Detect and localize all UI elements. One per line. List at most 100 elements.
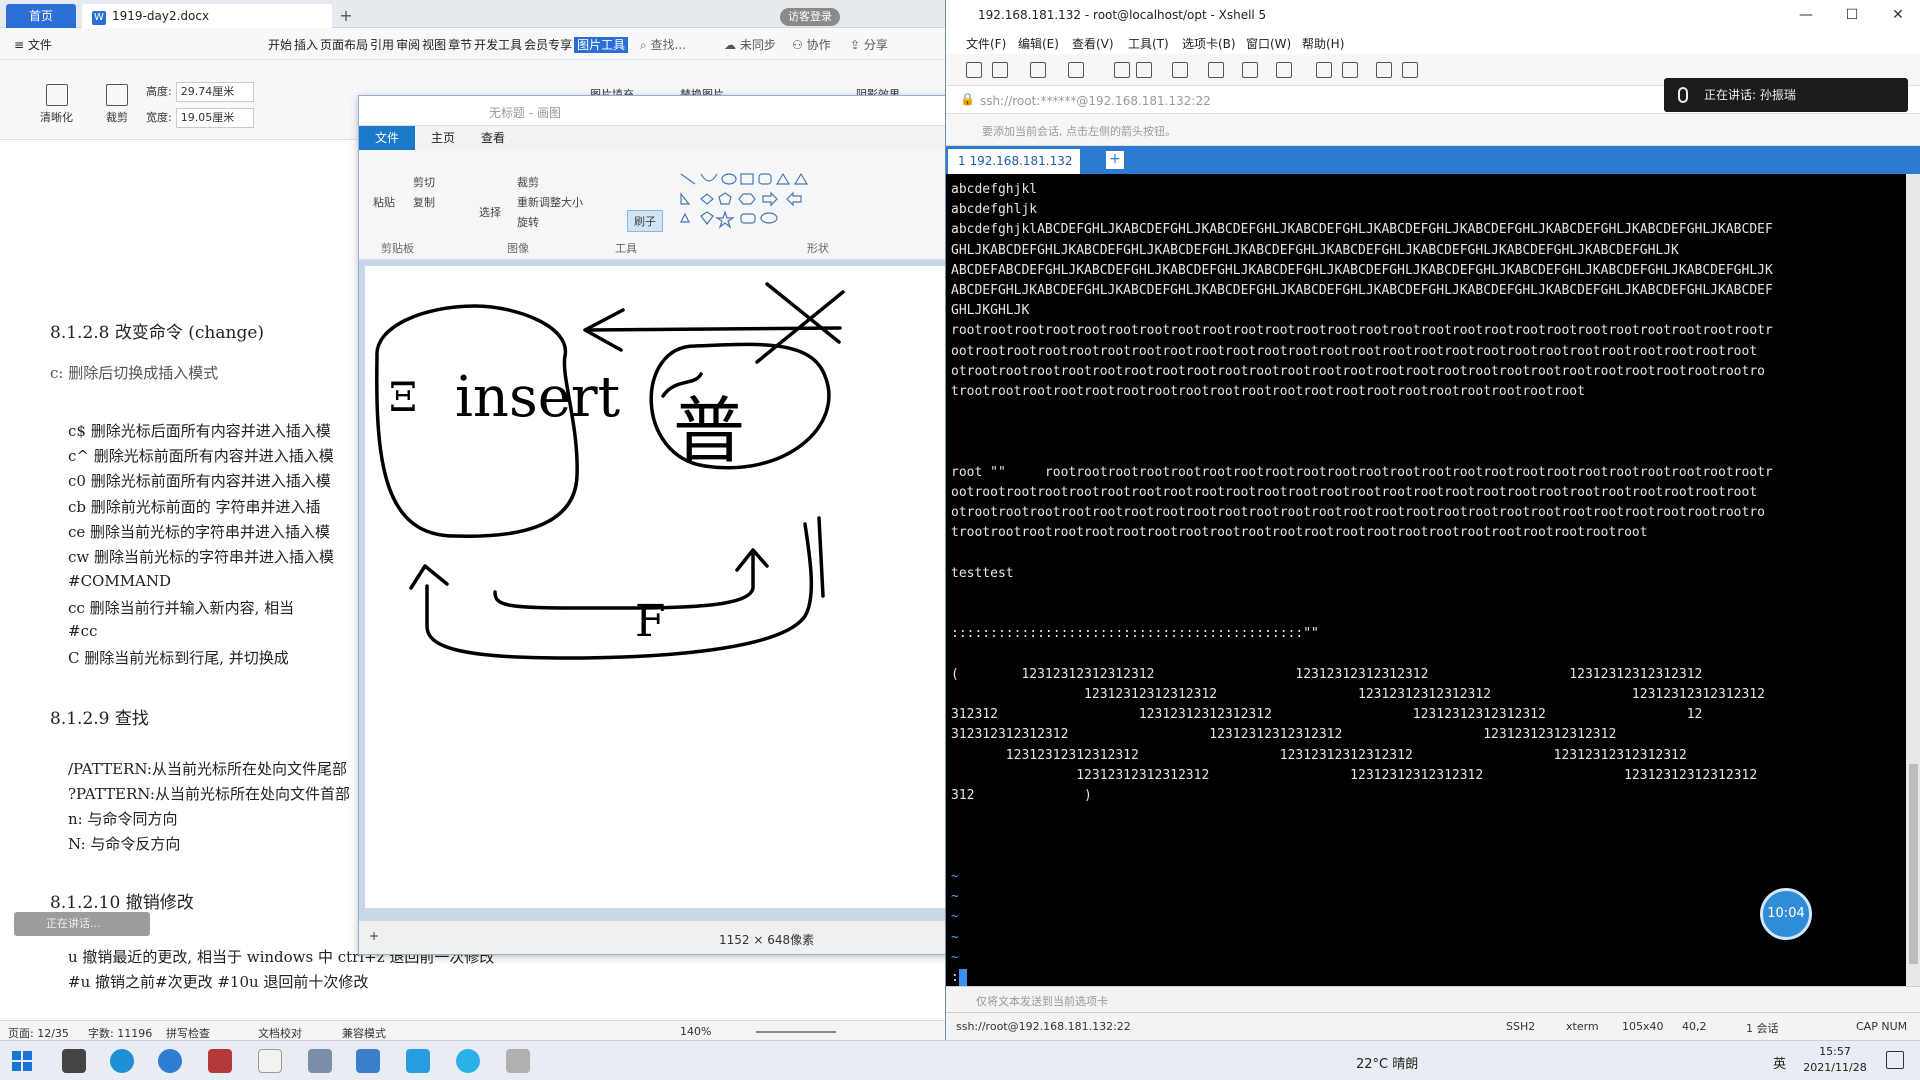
ribbon-tab[interactable]: 引用 [370,38,394,52]
wps-home-tab[interactable]: 首页 [6,4,76,28]
photos-icon[interactable] [406,1049,430,1073]
ribbon-tab-picture-tools[interactable]: 图片工具 [574,37,629,53]
new-session-icon[interactable] [966,62,982,78]
width-input[interactable]: 19.05厘米 [175,108,254,128]
sync-button[interactable]: ☁ 未同步 [724,36,776,53]
timer-badge[interactable]: 10:04 [1760,888,1812,940]
width-field[interactable]: 宽度: 19.05厘米 [146,108,254,128]
paint-tab-view[interactable]: 查看 [469,126,517,150]
disconnect-icon[interactable] [1030,62,1046,78]
ribbon-tab[interactable]: 章节 [448,38,472,52]
copy-icon[interactable] [1114,62,1130,78]
properties-icon[interactable] [1068,62,1084,78]
paint-tab-home[interactable]: 主页 [419,126,467,150]
height-field[interactable]: 高度: 29.74厘米 [146,82,254,102]
paint-icon[interactable] [308,1049,332,1073]
typora-icon[interactable] [258,1049,282,1073]
print-icon[interactable] [1172,62,1188,78]
wps-menu-file[interactable]: ≡ 文件 [14,36,52,53]
xs-menu-window[interactable]: 窗口(W) [1246,35,1291,52]
input-method-indicator[interactable]: 英 [1773,1053,1786,1072]
lock-small-icon: 🔒 [960,92,975,106]
add-tab-button[interactable]: + [1106,151,1124,169]
new-tab-button[interactable]: + [336,6,356,26]
rotate-button[interactable]: 旋转 [517,214,539,230]
select-button[interactable]: 选择 [479,204,501,220]
wps-document-tab[interactable]: W 1919-day2.docx [82,4,332,28]
scrollbar-thumb[interactable] [1909,764,1918,964]
doc-line: C 删除当前光标到行尾, 并切换成 [68,649,289,667]
wps-search[interactable]: ⌕ 查找... [640,36,686,53]
paint-canvas[interactable]: insert Ξ 普 F [365,266,959,908]
xs-menu-tab[interactable]: 选项卡(B) [1182,35,1236,52]
terminal-scrollbar[interactable] [1906,174,1920,986]
minimize-button[interactable]: — [1783,0,1829,32]
xs-menu-edit[interactable]: 编辑(E) [1018,35,1059,52]
crop-tool-button[interactable]: 裁剪 [517,174,539,190]
paint-tab-file[interactable]: 文件 [359,126,415,150]
edge-icon[interactable] [110,1049,134,1073]
weather-widget[interactable]: 22°C 晴朗 [1356,1053,1418,1072]
document-tab-label: 1919-day2.docx [112,9,210,23]
terminal-screen[interactable]: abcdefghjkl abcdefghljk abcdefghjklABCDEFG… [946,174,1906,986]
arrow-bottom-left-head [409,564,449,590]
cut-button[interactable]: 剪切 [413,174,435,190]
word-count[interactable]: 字数: 11196 [88,1025,152,1040]
ribbon-tab[interactable]: 插入 [294,38,318,52]
compose-bar[interactable]: 仅将文本发送到当前选项卡 [946,986,1920,1012]
start-button[interactable] [12,1051,32,1071]
wps-icon[interactable] [208,1049,232,1073]
clarify-button[interactable]: 清晰化 [40,84,73,125]
fullscreen-icon[interactable] [1376,62,1392,78]
close-button[interactable]: ✕ [1875,0,1920,32]
globe-icon[interactable] [1242,62,1258,78]
copy-button[interactable]: 复制 [413,194,435,210]
ribbon-tab[interactable]: 视图 [422,38,446,52]
xftp-icon[interactable] [1316,62,1332,78]
clock[interactable]: 15:57 2021/11/28 [1800,1044,1870,1076]
resize-button[interactable]: 重新调整大小 [517,194,583,210]
session-tab[interactable]: 1 192.168.181.132 [948,149,1080,174]
open-folder-icon[interactable] [992,62,1008,78]
xs-menu-view[interactable]: 查看(V) [1072,35,1114,52]
browser-icon[interactable] [158,1049,182,1073]
share-button[interactable]: ⇪ 分享 [850,36,888,53]
crop-button[interactable]: 裁剪 [106,84,128,125]
xs-menu-help[interactable]: 帮助(H) [1302,35,1344,52]
ribbon-tab[interactable]: 开始 [268,38,292,52]
notification-icon[interactable] [1886,1051,1904,1069]
zoom-slider[interactable] [756,1031,836,1033]
font-icon[interactable] [1276,62,1292,78]
guest-login-badge[interactable]: 访客登录 [780,8,840,26]
transfer-icon[interactable] [1208,62,1224,78]
chat-icon[interactable] [456,1049,480,1073]
misc-app-icon[interactable] [506,1049,530,1073]
height-input[interactable]: 29.74厘米 [175,82,254,102]
doc-heading: 8.1.2.10 撤销修改 [50,893,194,913]
xs-menu-file[interactable]: 文件(F) [966,35,1006,52]
collab-button[interactable]: ⚇ 协作 [792,36,831,53]
ribbon-tab[interactable]: 审阅 [396,38,420,52]
shapes-gallery[interactable] [675,170,845,230]
ribbon-tab[interactable]: 页面布局 [320,38,368,52]
brush-button[interactable]: 刷子 [627,210,663,232]
find-icon[interactable] [1136,62,1152,78]
spell-check[interactable]: 拼写检查 [166,1025,210,1040]
maximize-button[interactable]: ☐ [1829,0,1875,32]
xs-menu-tools[interactable]: 工具(T) [1128,35,1169,52]
xshell-icon[interactable] [356,1049,380,1073]
ribbon-tab[interactable]: 会员专享 [524,38,572,52]
doc-proofread[interactable]: 文档校对 [258,1025,302,1040]
paste-button[interactable]: 粘贴 [373,194,395,210]
ribbon-tab[interactable]: 开发工具 [474,38,522,52]
xagent-icon[interactable] [1342,62,1358,78]
zoom-level[interactable]: 140% [680,1025,711,1038]
app-icon[interactable] [62,1049,86,1073]
page-indicator[interactable]: 页面: 12/35 [8,1025,69,1040]
lock-icon[interactable] [1402,62,1418,78]
floating-speaking-bar[interactable]: 正在讲话... [14,912,150,936]
address-input[interactable]: ssh://root:******@192.168.181.132:22 [980,92,1500,110]
ribbon-group-clipboard: 剪贴板 [381,242,414,255]
xshell-tab-bar: 1 192.168.181.132 + [946,146,1920,174]
